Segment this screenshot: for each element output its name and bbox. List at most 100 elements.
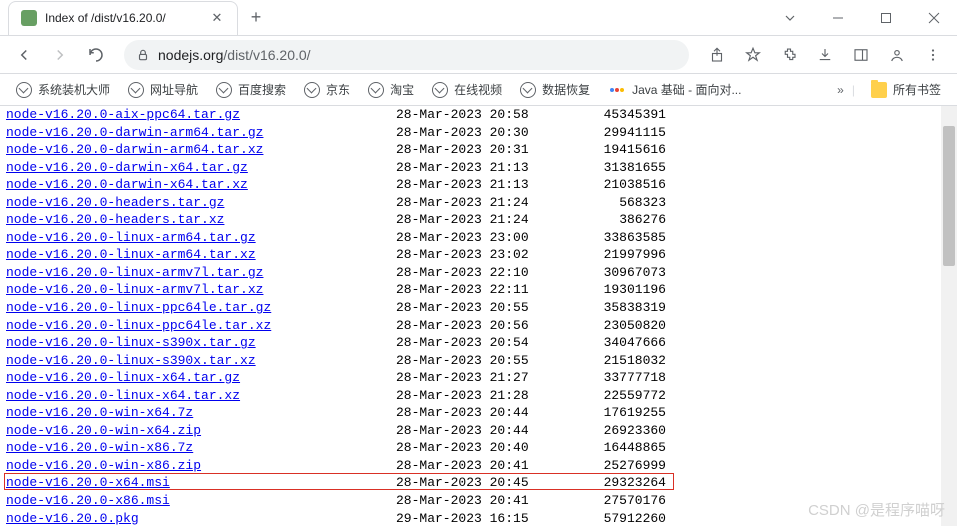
file-size: 19301196 bbox=[566, 281, 666, 299]
file-size: 33777718 bbox=[566, 369, 666, 387]
file-size: 16448865 bbox=[566, 439, 666, 457]
share-icon[interactable] bbox=[701, 39, 733, 71]
file-date: 28-Mar-2023 21:13 bbox=[396, 176, 566, 194]
file-link[interactable]: node-v16.20.0-win-x64.zip bbox=[6, 423, 201, 438]
file-link[interactable]: node-v16.20.0-linux-arm64.tar.gz bbox=[6, 230, 256, 245]
file-listing: node-v16.20.0-aix-ppc64.tar.gz 28-Mar-202… bbox=[0, 106, 957, 526]
file-row: node-v16.20.0-win-x64.7z 28-Mar-2023 20:4… bbox=[6, 404, 951, 422]
file-size: 31381655 bbox=[566, 159, 666, 177]
forward-button[interactable] bbox=[44, 39, 76, 71]
menu-icon[interactable] bbox=[917, 39, 949, 71]
bookmark-item[interactable]: 京东 bbox=[296, 77, 358, 102]
file-date: 28-Mar-2023 20:44 bbox=[396, 404, 566, 422]
file-size: 35838319 bbox=[566, 299, 666, 317]
nodejs-favicon bbox=[21, 10, 37, 26]
file-link[interactable]: node-v16.20.0.pkg bbox=[6, 511, 139, 526]
file-link[interactable]: node-v16.20.0-linux-x64.tar.gz bbox=[6, 370, 240, 385]
bookmark-item[interactable]: 在线视频 bbox=[424, 77, 510, 102]
maximize-icon[interactable] bbox=[863, 2, 909, 34]
bookmark-item[interactable]: 网址导航 bbox=[120, 77, 206, 102]
file-link[interactable]: node-v16.20.0-linux-armv7l.tar.xz bbox=[6, 282, 263, 297]
file-date: 28-Mar-2023 23:00 bbox=[396, 229, 566, 247]
back-button[interactable] bbox=[8, 39, 40, 71]
file-link[interactable]: node-v16.20.0-linux-arm64.tar.xz bbox=[6, 247, 256, 262]
file-date: 28-Mar-2023 23:02 bbox=[396, 246, 566, 264]
reload-button[interactable] bbox=[80, 39, 112, 71]
file-size: 19415616 bbox=[566, 141, 666, 159]
file-link[interactable]: node-v16.20.0-headers.tar.gz bbox=[6, 195, 224, 210]
address-bar[interactable]: nodejs.org/dist/v16.20.0/ bbox=[124, 40, 689, 70]
file-link[interactable]: node-v16.20.0-linux-s390x.tar.xz bbox=[6, 353, 256, 368]
file-link[interactable]: node-v16.20.0-darwin-x64.tar.gz bbox=[6, 160, 248, 175]
url-text: nodejs.org/dist/v16.20.0/ bbox=[158, 47, 311, 63]
bookmark-item[interactable]: 百度搜索 bbox=[208, 77, 294, 102]
java-icon bbox=[610, 82, 626, 98]
scrollbar[interactable] bbox=[941, 106, 957, 526]
file-link[interactable]: node-v16.20.0-win-x86.7z bbox=[6, 440, 193, 455]
downloads-icon[interactable] bbox=[809, 39, 841, 71]
bookmark-all[interactable]: 所有书签 bbox=[863, 77, 949, 102]
file-link[interactable]: node-v16.20.0-win-x86.zip bbox=[6, 458, 201, 473]
file-date: 28-Mar-2023 21:13 bbox=[396, 159, 566, 177]
globe-icon bbox=[368, 82, 384, 98]
file-row: node-v16.20.0-darwin-arm64.tar.gz 28-Mar-… bbox=[6, 124, 951, 142]
caret-down-icon[interactable] bbox=[767, 2, 813, 34]
navbar: nodejs.org/dist/v16.20.0/ bbox=[0, 36, 957, 74]
profile-icon[interactable] bbox=[881, 39, 913, 71]
file-date: 28-Mar-2023 20:58 bbox=[396, 106, 566, 124]
globe-icon bbox=[216, 82, 232, 98]
file-size: 23050820 bbox=[566, 317, 666, 335]
globe-icon bbox=[432, 82, 448, 98]
browser-tab[interactable]: Index of /dist/v16.20.0/ ✕ bbox=[8, 1, 238, 35]
file-size: 34047666 bbox=[566, 334, 666, 352]
globe-icon bbox=[304, 82, 320, 98]
bookmark-item[interactable]: 淘宝 bbox=[360, 77, 422, 102]
new-tab-button[interactable]: + bbox=[242, 4, 270, 32]
file-row: node-v16.20.0-darwin-x64.tar.gz 28-Mar-20… bbox=[6, 159, 951, 177]
file-date: 28-Mar-2023 20:41 bbox=[396, 492, 566, 510]
bookmarks-overflow-icon[interactable]: » bbox=[837, 83, 844, 97]
globe-icon bbox=[520, 82, 536, 98]
file-link[interactable]: node-v16.20.0-darwin-arm64.tar.xz bbox=[6, 142, 263, 157]
window-controls bbox=[767, 2, 957, 34]
file-date: 28-Mar-2023 21:28 bbox=[396, 387, 566, 405]
file-link[interactable]: node-v16.20.0-linux-ppc64le.tar.gz bbox=[6, 300, 271, 315]
file-row: node-v16.20.0-linux-arm64.tar.gz 28-Mar-2… bbox=[6, 229, 951, 247]
file-link[interactable]: node-v16.20.0-headers.tar.xz bbox=[6, 212, 224, 227]
file-date: 28-Mar-2023 20:30 bbox=[396, 124, 566, 142]
globe-icon bbox=[16, 82, 32, 98]
close-tab-icon[interactable]: ✕ bbox=[209, 10, 225, 26]
file-row: node-v16.20.0-linux-x64.tar.gz 28-Mar-202… bbox=[6, 369, 951, 387]
file-link[interactable]: node-v16.20.0-darwin-arm64.tar.gz bbox=[6, 125, 263, 140]
sidepanel-icon[interactable] bbox=[845, 39, 877, 71]
file-link[interactable]: node-v16.20.0-darwin-x64.tar.xz bbox=[6, 177, 248, 192]
scrollbar-thumb[interactable] bbox=[943, 126, 955, 266]
file-row: node-v16.20.0-linux-armv7l.tar.gz 28-Mar-… bbox=[6, 264, 951, 282]
file-date: 28-Mar-2023 21:27 bbox=[396, 369, 566, 387]
file-link[interactable]: node-v16.20.0-aix-ppc64.tar.gz bbox=[6, 107, 240, 122]
folder-icon bbox=[871, 82, 887, 98]
bookmark-java[interactable]: Java 基础 - 面向对... bbox=[602, 77, 749, 102]
file-size: 45345391 bbox=[566, 106, 666, 124]
bookmark-item[interactable]: 系统装机大师 bbox=[8, 77, 118, 102]
close-window-icon[interactable] bbox=[911, 2, 957, 34]
file-link[interactable]: node-v16.20.0-linux-s390x.tar.gz bbox=[6, 335, 256, 350]
file-row: node-v16.20.0-linux-armv7l.tar.xz28-Mar-… bbox=[6, 281, 951, 299]
file-row: node-v16.20.0-linux-s390x.tar.gz28-Mar-2… bbox=[6, 334, 951, 352]
file-row: node-v16.20.0-linux-arm64.tar.xz 28-Mar-2… bbox=[6, 246, 951, 264]
bookmark-item[interactable]: 数据恢复 bbox=[512, 77, 598, 102]
star-icon[interactable] bbox=[737, 39, 769, 71]
file-date: 28-Mar-2023 22:10 bbox=[396, 264, 566, 282]
file-link[interactable]: node-v16.20.0-linux-ppc64le.tar.xz bbox=[6, 318, 271, 333]
file-link[interactable]: node-v16.20.0-x86.msi bbox=[6, 493, 170, 508]
lock-icon bbox=[136, 48, 150, 62]
extensions-icon[interactable] bbox=[773, 39, 805, 71]
file-date: 28-Mar-2023 20:40 bbox=[396, 439, 566, 457]
file-date: 29-Mar-2023 16:15 bbox=[396, 510, 566, 526]
file-date: 28-Mar-2023 20:55 bbox=[396, 352, 566, 370]
minimize-icon[interactable] bbox=[815, 2, 861, 34]
file-link[interactable]: node-v16.20.0-linux-x64.tar.xz bbox=[6, 388, 240, 403]
file-link[interactable]: node-v16.20.0-linux-armv7l.tar.gz bbox=[6, 265, 263, 280]
file-size: 30967073 bbox=[566, 264, 666, 282]
file-link[interactable]: node-v16.20.0-win-x64.7z bbox=[6, 405, 193, 420]
